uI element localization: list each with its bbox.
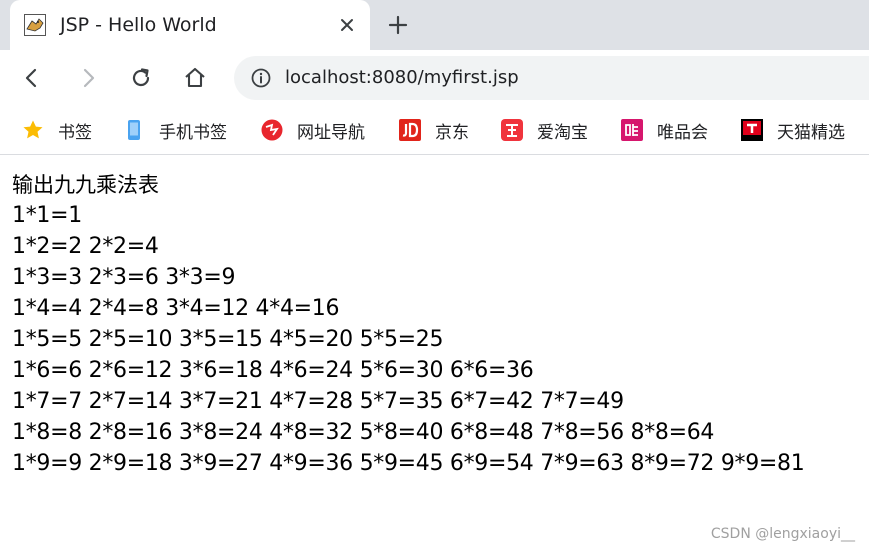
close-icon[interactable] [336,14,358,36]
page-heading: 输出九九乘法表 [12,173,159,197]
table-row: 1*5=5 2*5=10 3*5=15 4*5=20 5*5=25 [12,327,444,352]
bookmark-label: 天猫精选 [777,122,845,143]
bookmark-item-bookmarks[interactable]: 书签 [22,106,92,154]
bookmark-label: 书签 [58,122,92,143]
bookmark-item-jd[interactable]: 京东 [399,106,469,154]
reload-icon[interactable] [129,66,153,90]
bookmarks-bar: 书签 手机书签 网址导航 京东 爱淘宝 唯品会 天猫精选 [0,106,869,155]
table-row: 1*4=4 2*4=8 3*4=12 4*4=16 [12,296,340,321]
table-row: 1*7=7 2*7=14 3*7=21 4*7=28 5*7=35 6*7=42… [12,389,624,414]
phone-icon [128,120,140,140]
new-tab-plus-icon[interactable] [386,13,410,37]
bookmark-label: 网址导航 [297,122,365,143]
tab-strip: JSP - Hello World [0,0,869,50]
bookmark-label: 爱淘宝 [537,122,588,143]
bookmark-label: 手机书签 [159,122,227,143]
vip-icon [621,119,643,141]
table-row: 1*6=6 2*6=12 3*6=18 4*6=24 5*6=30 6*6=36 [12,358,534,383]
table-row: 1*8=8 2*8=16 3*8=24 4*8=32 5*8=40 6*8=48… [12,420,715,445]
page-content: 输出九九乘法表 1*1=1 1*2=2 2*2=4 1*3=3 2*3=6 3*… [12,170,805,479]
table-row: 1*9=9 2*9=18 3*9=27 4*9=36 5*9=45 6*9=54… [12,451,805,476]
browser-toolbar: localhost:8080/myfirst.jsp [0,50,869,106]
forward-arrow-icon[interactable] [76,66,100,90]
table-row: 1*2=2 2*2=4 [12,234,159,259]
bookmark-label: 京东 [435,122,469,143]
taobao-icon [501,119,523,141]
table-row: 1*3=3 2*3=6 3*3=9 [12,265,236,290]
tmall-icon [741,119,763,141]
address-bar[interactable]: localhost:8080/myfirst.jsp [234,56,869,100]
home-icon[interactable] [183,66,207,90]
tab-title: JSP - Hello World [60,14,217,36]
bookmark-label: 唯品会 [657,122,708,143]
back-arrow-icon[interactable] [20,66,44,90]
tomcat-favicon-icon [24,14,46,36]
url-text[interactable]: localhost:8080/myfirst.jsp [285,67,519,89]
bookmark-item-vip[interactable]: 唯品会 [621,106,708,154]
bookmark-item-navigation[interactable]: 网址导航 [261,106,365,154]
bookmark-item-taobao[interactable]: 爱淘宝 [501,106,588,154]
jd-icon [399,119,421,141]
bookmark-item-mobile[interactable]: 手机书签 [123,106,227,154]
star-icon [23,120,43,139]
table-row: 1*1=1 [12,203,82,228]
bookmark-item-tmall[interactable]: 天猫精选 [741,106,845,154]
tab-jsp-hello-world[interactable]: JSP - Hello World [10,0,370,50]
site-info-icon[interactable] [250,67,272,89]
navigation-icon [261,119,283,141]
watermark: CSDN @lengxiaoyi__ [710,526,855,542]
